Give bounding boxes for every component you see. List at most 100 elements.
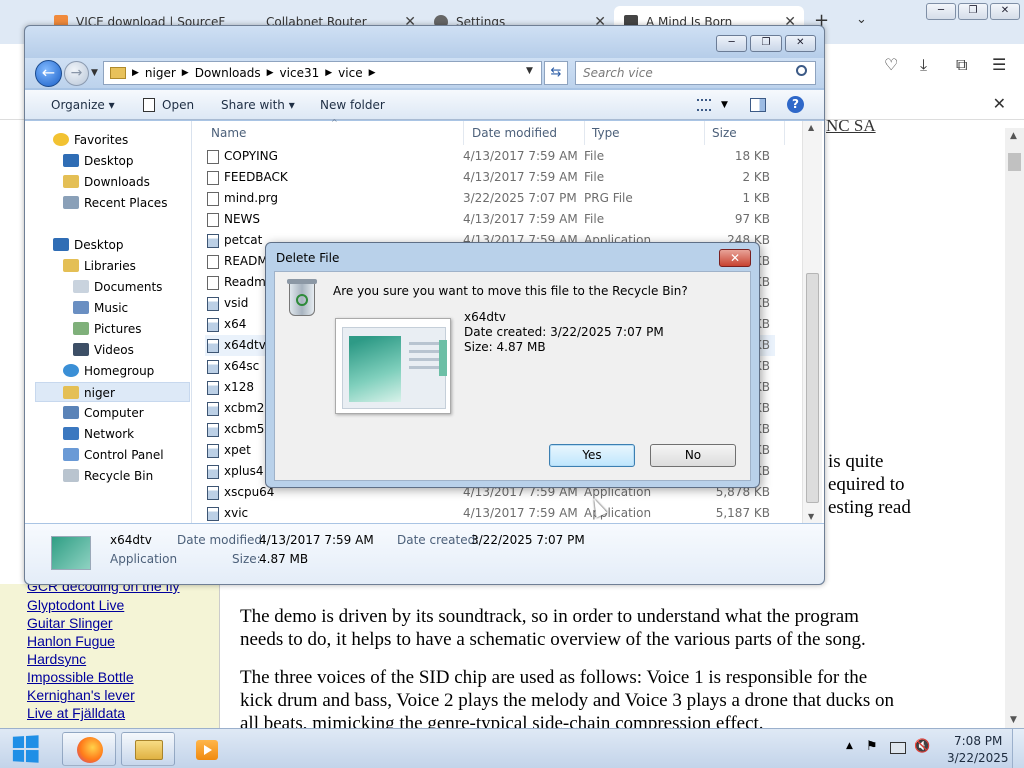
chevron-right-icon[interactable]: ▶: [325, 68, 332, 78]
clock-date[interactable]: 3/22/2025: [947, 751, 1009, 765]
breadcrumb[interactable]: ▶ niger ▶ Downloads ▶ vice31 ▶ vice ▶: [103, 61, 542, 85]
explorer-title-bar[interactable]: ─ ❐ ✕: [25, 26, 824, 58]
nav-downloads[interactable]: Downloads: [63, 172, 150, 192]
scrollbar-thumb[interactable]: [1008, 153, 1021, 171]
volume-muted-icon[interactable]: 🔇: [914, 739, 930, 754]
forward-button[interactable]: →: [64, 61, 89, 86]
preview-pane-icon[interactable]: [750, 98, 766, 112]
taskbar-explorer[interactable]: [121, 732, 175, 766]
column-divider[interactable]: [784, 121, 785, 145]
network-tray-icon[interactable]: [890, 742, 906, 754]
scroll-up-icon[interactable]: ▲: [808, 123, 814, 132]
scroll-up-icon[interactable]: ▲: [1010, 131, 1017, 141]
file-row[interactable]: xvic 4/13/2017 7:59 AM Application 5,187 KB: [205, 503, 775, 524]
nav-user[interactable]: niger: [35, 382, 190, 402]
nav-music[interactable]: Music: [73, 298, 128, 318]
column-divider[interactable]: [463, 121, 464, 145]
minimize-button[interactable]: ─: [716, 35, 748, 52]
breadcrumb-item[interactable]: vice: [338, 66, 362, 80]
sidebar-link[interactable]: Live at Fjälldata: [27, 705, 125, 721]
back-button[interactable]: ←: [35, 60, 62, 87]
nav-recent-places[interactable]: Recent Places: [63, 193, 167, 213]
column-divider[interactable]: [584, 121, 585, 145]
new-folder-button[interactable]: New folder: [320, 98, 385, 112]
sidebar-link[interactable]: Guitar Slinger: [27, 615, 113, 631]
nav-pictures[interactable]: Pictures: [73, 319, 142, 339]
open-button[interactable]: Open: [162, 98, 194, 112]
breadcrumb-item[interactable]: niger: [145, 66, 176, 80]
sidebar-link[interactable]: Glyptodont Live: [27, 597, 124, 613]
close-button[interactable]: ✕: [990, 3, 1020, 20]
nav-desktop[interactable]: Desktop: [63, 151, 134, 171]
nav-desktop-root[interactable]: Desktop: [53, 235, 124, 255]
chevron-right-icon[interactable]: ▶: [182, 68, 189, 78]
organize-button[interactable]: Organize ▾: [51, 98, 115, 112]
start-button[interactable]: [2, 731, 50, 767]
menu-icon[interactable]: ☰: [992, 55, 1006, 74]
downloads-icon[interactable]: ⤓: [920, 55, 927, 75]
minimize-button[interactable]: ─: [926, 3, 956, 20]
file-row[interactable]: NEWS 4/13/2017 7:59 AM File 97 KB: [205, 209, 775, 230]
nav-control-panel[interactable]: Control Panel: [63, 445, 164, 465]
license-link[interactable]: NC SA: [826, 116, 876, 136]
tab-list-chevron-icon[interactable]: ⌄: [856, 12, 867, 27]
pocket-icon[interactable]: ♡: [884, 55, 898, 74]
sidebar-link[interactable]: Hardsync: [27, 651, 86, 667]
nav-libraries[interactable]: Libraries: [63, 256, 136, 276]
refresh-button[interactable]: ⇆: [544, 61, 568, 85]
share-with-button[interactable]: Share with ▾: [221, 98, 295, 112]
close-button[interactable]: ✕: [784, 35, 816, 52]
taskbar-media-player[interactable]: [181, 732, 235, 766]
file-row[interactable]: COPYING 4/13/2017 7:59 AM File 18 KB: [205, 146, 775, 167]
search-icon[interactable]: [796, 65, 807, 76]
action-center-flag-icon[interactable]: ⚑: [866, 739, 878, 754]
nav-computer[interactable]: Computer: [63, 403, 144, 423]
sidebar-link[interactable]: Impossible Bottle: [27, 669, 134, 685]
scroll-down-icon[interactable]: ▼: [808, 512, 814, 521]
view-options-icon[interactable]: [697, 99, 711, 111]
nav-favorites[interactable]: Favorites: [53, 130, 128, 150]
chevron-right-icon[interactable]: ▶: [369, 68, 376, 78]
show-desktop-button[interactable]: [1012, 729, 1024, 768]
chevron-right-icon[interactable]: ▶: [132, 68, 139, 78]
file-icon: [207, 213, 219, 227]
column-header-date[interactable]: Date modified: [472, 126, 557, 140]
file-list-scrollbar[interactable]: ▲ ▼: [802, 121, 822, 523]
taskbar-firefox[interactable]: [62, 732, 116, 766]
scroll-down-icon[interactable]: ▼: [1010, 715, 1017, 725]
page-scrollbar[interactable]: ▲ ▼: [1005, 128, 1024, 728]
no-button[interactable]: No: [650, 444, 736, 467]
help-icon[interactable]: ?: [787, 96, 804, 113]
search-input[interactable]: Search vice: [575, 61, 816, 85]
nav-network[interactable]: Network: [63, 424, 134, 444]
restore-button[interactable]: ❐: [958, 3, 988, 20]
show-hidden-icons-icon[interactable]: ▲: [846, 741, 853, 751]
sidebar-link[interactable]: Hanlon Fugue: [27, 633, 115, 649]
history-dropdown-icon[interactable]: ▼: [91, 68, 98, 78]
view-dropdown-icon[interactable]: ▼: [721, 100, 728, 110]
column-divider[interactable]: [704, 121, 705, 145]
nav-homegroup[interactable]: Homegroup: [63, 361, 154, 381]
address-dropdown-icon[interactable]: ▼: [526, 66, 533, 76]
column-header-size[interactable]: Size: [712, 126, 737, 140]
file-row[interactable]: mind.prg 3/22/2025 7:07 PM PRG File 1 KB: [205, 188, 775, 209]
sidebar-link[interactable]: Kernighan's lever: [27, 687, 135, 703]
nav-recycle-bin[interactable]: Recycle Bin: [63, 466, 153, 486]
breadcrumb-item[interactable]: Downloads: [195, 66, 261, 80]
browser-window-controls: ─ ❐ ✕: [926, 3, 1020, 20]
yes-button[interactable]: Yes: [549, 444, 635, 467]
nav-videos[interactable]: Videos: [73, 340, 134, 360]
scrollbar-thumb[interactable]: [806, 273, 819, 503]
column-header-name[interactable]: Name: [211, 126, 246, 140]
chevron-right-icon[interactable]: ▶: [267, 68, 274, 78]
maximize-button[interactable]: ❐: [750, 35, 782, 52]
notification-close-icon[interactable]: ✕: [993, 94, 1006, 113]
pictures-icon: [73, 322, 89, 335]
file-row[interactable]: FEEDBACK 4/13/2017 7:59 AM File 2 KB: [205, 167, 775, 188]
dialog-close-button[interactable]: ✕: [719, 249, 751, 267]
clock-time[interactable]: 7:08 PM: [954, 734, 1002, 748]
extensions-icon[interactable]: ⧉: [956, 55, 967, 75]
nav-documents[interactable]: Documents: [73, 277, 162, 297]
breadcrumb-item[interactable]: vice31: [280, 66, 320, 80]
column-header-type[interactable]: Type: [592, 126, 620, 140]
